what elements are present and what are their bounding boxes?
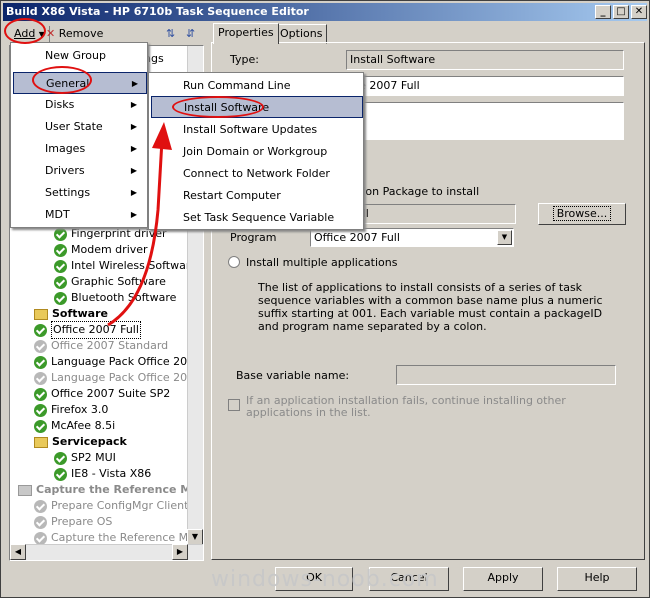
red-arrow-annotation <box>107 122 172 327</box>
tab-properties[interactable]: Properties <box>213 23 279 44</box>
